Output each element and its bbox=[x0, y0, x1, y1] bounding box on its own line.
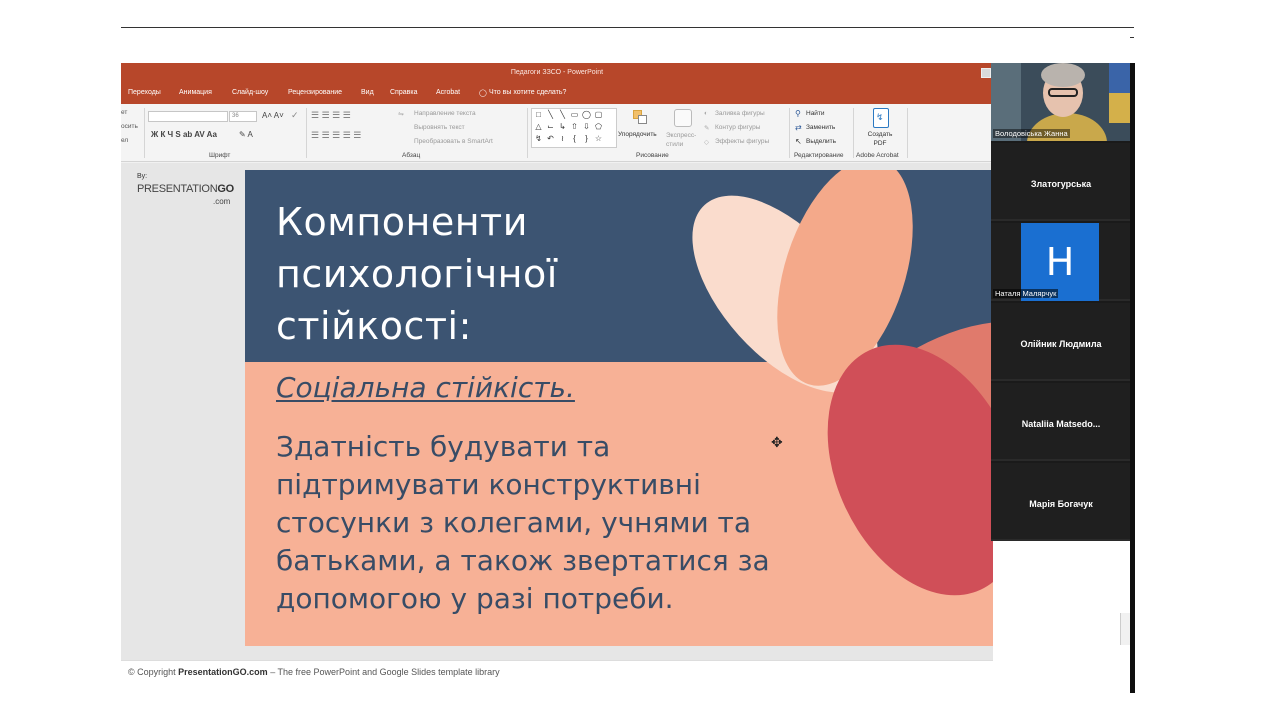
shape-effects-button[interactable]: Эффекты фигуры bbox=[715, 138, 769, 145]
shape-outline-button[interactable]: Контур фигуры bbox=[715, 124, 760, 131]
convert-smartart-button[interactable]: Преобразовать в SmartArt bbox=[414, 138, 493, 145]
avatar-participant-name: Наталя Малярчук bbox=[993, 289, 1059, 298]
separator bbox=[144, 108, 145, 158]
slide[interactable]: Компоненти психологічної стійкості: Соці… bbox=[245, 170, 993, 646]
ribbon: ет осить ел 36 A˄ A˅ ✓ Ж К Ч S ab AV Aa … bbox=[121, 104, 993, 162]
presentationgo-logo-com: .com bbox=[213, 197, 231, 206]
move-cursor-icon: ✥ bbox=[771, 434, 783, 450]
separator bbox=[789, 108, 790, 158]
tell-me-search[interactable]: Что вы хотите сделать? bbox=[489, 89, 566, 96]
shape-effects-icon: ◇ bbox=[704, 139, 709, 146]
clipboard-partial-3[interactable]: ел bbox=[121, 137, 128, 144]
paragraph-group-label: Абзац bbox=[402, 152, 421, 159]
separator bbox=[907, 108, 908, 158]
copyright-text: © Copyright PresentationGO.com – The fre… bbox=[128, 667, 500, 677]
text-direction-button[interactable]: Направление текста bbox=[414, 110, 476, 117]
by-label: By: bbox=[137, 173, 148, 180]
replace-button[interactable]: Заменить bbox=[806, 124, 835, 131]
font-size-input[interactable]: 36 bbox=[229, 111, 257, 122]
create-pdf-button[interactable]: Создать PDF bbox=[865, 130, 895, 148]
slide-title[interactable]: Компоненти психологічної стійкості: bbox=[276, 196, 696, 352]
participant-name: Златогурська bbox=[1030, 179, 1092, 189]
shape-fill-icon: ◐ bbox=[704, 110, 708, 117]
presentationgo-logo: PRESENTATIONGO bbox=[137, 183, 234, 195]
pdf-icon: ↯ bbox=[873, 108, 889, 128]
search-icon: ⚲ bbox=[795, 109, 801, 118]
separator bbox=[527, 108, 528, 158]
participant-name: Олійник Людмила bbox=[1020, 339, 1102, 349]
participant-name: Марія Богачук bbox=[1029, 499, 1093, 509]
menu-animation[interactable]: Анимация bbox=[179, 89, 212, 96]
font-grow-icon[interactable]: A˄ A˅ bbox=[262, 111, 284, 120]
align-icons[interactable]: ☰ ☰ ☰ ☰ ☰ bbox=[311, 130, 361, 141]
acrobat-group-label: Adobe Acrobat bbox=[856, 152, 899, 159]
participant-tile[interactable]: Златогурська bbox=[991, 143, 1131, 221]
select-icon: ↖ bbox=[795, 137, 802, 146]
slide-editing-area: By: PRESENTATIONGO .com Компоненти психо… bbox=[121, 163, 993, 660]
font-name-input[interactable] bbox=[148, 111, 228, 122]
find-button[interactable]: Найти bbox=[806, 110, 825, 117]
window-edge bbox=[1130, 63, 1135, 693]
align-text-button[interactable]: Выровнять текст bbox=[414, 124, 465, 131]
top-rule bbox=[121, 27, 1134, 28]
window-title: Педагоги ЗЗСО - PowerPoint bbox=[121, 63, 993, 83]
font-format-buttons[interactable]: Ж К Ч S ab AV Aa bbox=[151, 130, 217, 139]
separator bbox=[306, 108, 307, 158]
participant-name: Nataliia Matsedo... bbox=[1021, 419, 1101, 429]
clipboard-partial-2[interactable]: осить bbox=[121, 123, 138, 130]
video-participant-name: Володовіська Жанна bbox=[993, 129, 1070, 138]
clipboard-partial-1[interactable]: ет bbox=[121, 109, 127, 116]
menu-transitions[interactable]: Переходы bbox=[128, 89, 161, 96]
powerpoint-window: Педагоги ЗЗСО - PowerPoint Переходы Аним… bbox=[121, 63, 993, 693]
quick-styles-button[interactable]: Экспресс-стили bbox=[666, 131, 700, 149]
menu-help[interactable]: Справка bbox=[390, 89, 417, 96]
slide-subtitle[interactable]: Соціальна стійкість. bbox=[276, 371, 575, 404]
quick-styles-icon bbox=[674, 109, 692, 127]
menu-view[interactable]: Вид bbox=[361, 89, 374, 96]
font-color-icon[interactable]: ✎ A bbox=[239, 130, 253, 139]
participant-video[interactable]: Володовіська Жанна bbox=[991, 63, 1131, 141]
clear-format-icon[interactable]: ✓ bbox=[291, 110, 299, 121]
menu-acrobat[interactable]: Acrobat bbox=[436, 89, 460, 96]
arrange-icon bbox=[631, 108, 649, 126]
shapes-gallery[interactable]: □ ╲ ╲ ▭ ◯ ▢ △ ⌙ ↳ ⇧ ⇩ ⬠ ↯ ↶ ≀ { } ☆ bbox=[531, 108, 617, 148]
list-icons[interactable]: ☰ ☰ ☰ ☰ bbox=[311, 110, 351, 121]
participant-tile[interactable]: Марія Богачук bbox=[991, 463, 1131, 541]
top-dash bbox=[1130, 37, 1134, 38]
slide-body-text[interactable]: Здатність будувати та підтримувати конст… bbox=[276, 428, 796, 618]
text-direction-icon: ⇋ bbox=[398, 111, 404, 118]
menu-review[interactable]: Рецензирование bbox=[288, 89, 342, 96]
participant-tile[interactable]: Олійник Людмила bbox=[991, 303, 1131, 381]
replace-icon: ⇄ bbox=[795, 123, 802, 132]
arrange-button[interactable]: Упорядочить bbox=[618, 131, 657, 138]
footer: © Copyright PresentationGO.com – The fre… bbox=[121, 660, 993, 693]
select-button[interactable]: Выделить bbox=[806, 138, 836, 145]
shape-fill-button[interactable]: Заливка фигуры bbox=[715, 110, 765, 117]
font-group-label: Шрифт bbox=[209, 152, 231, 159]
participants-panel: Володовіська Жанна Златогурська Олійник … bbox=[991, 63, 1131, 541]
participant-tile[interactable]: Nataliia Matsedo... bbox=[991, 383, 1131, 461]
lightbulb-icon: ◯ bbox=[479, 90, 487, 97]
restore-window-icon[interactable] bbox=[981, 68, 991, 78]
separator bbox=[853, 108, 854, 158]
editing-group-label: Редактирование bbox=[794, 152, 844, 159]
menu-slideshow[interactable]: Слайд-шоу bbox=[232, 89, 268, 96]
drawing-group-label: Рисование bbox=[636, 152, 669, 159]
menu-bar: Переходы Анимация Слайд-шоу Рецензирован… bbox=[121, 83, 993, 104]
shape-outline-icon: ✎ bbox=[704, 125, 710, 132]
vertical-scrollbar[interactable] bbox=[1120, 613, 1130, 645]
